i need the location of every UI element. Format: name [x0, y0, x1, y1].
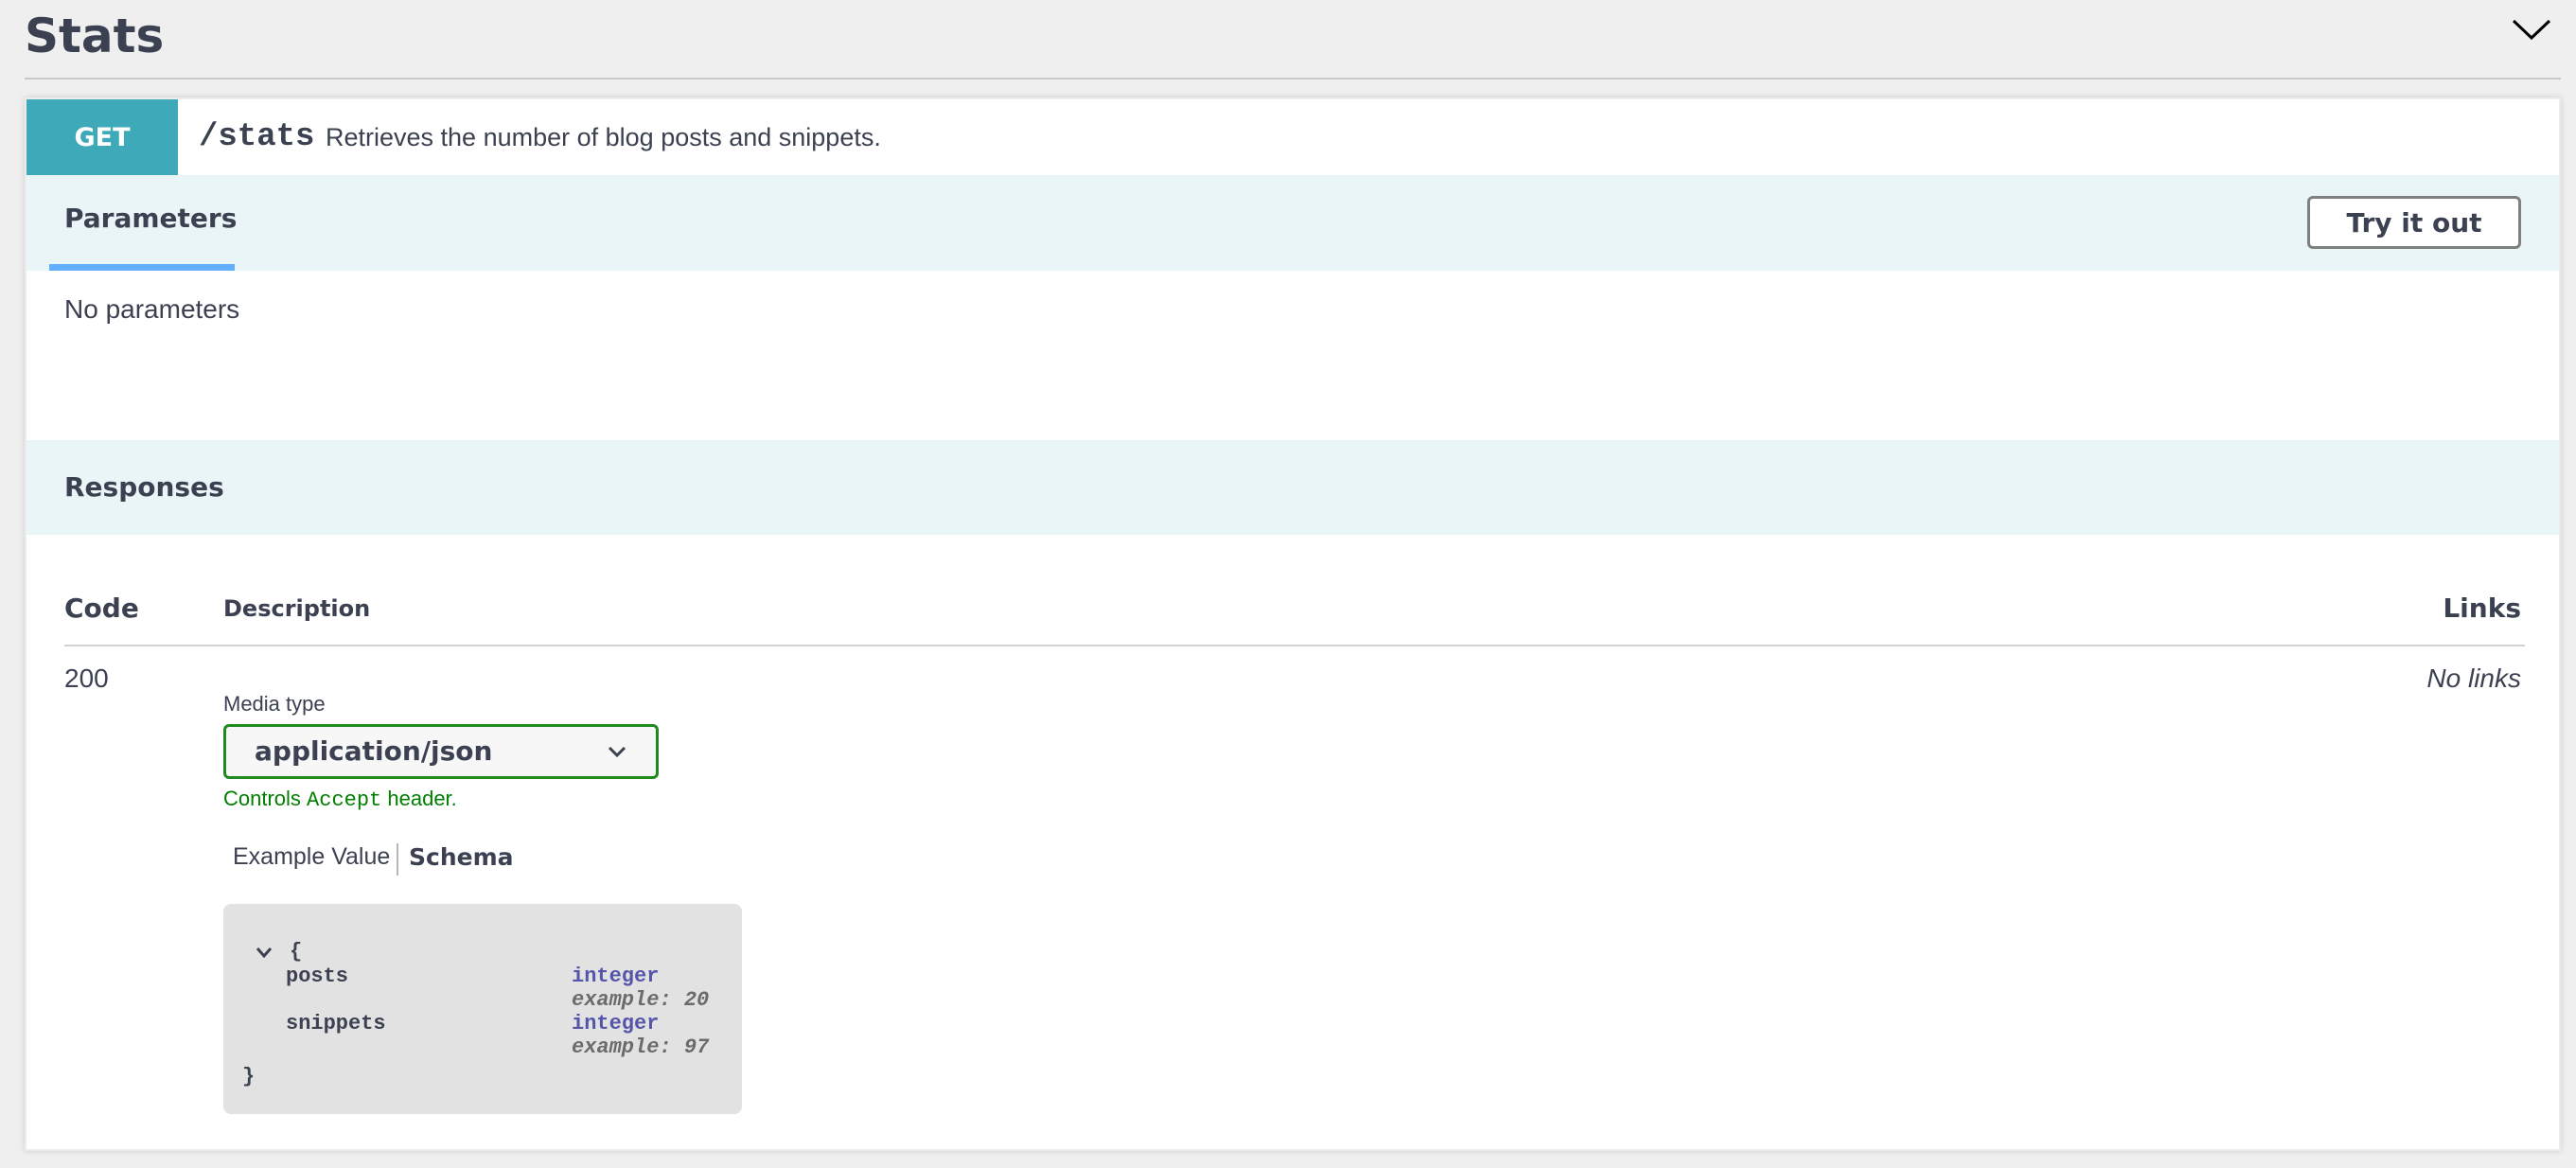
controls-prefix: Controls	[223, 787, 308, 810]
schema-property-type: integer	[572, 964, 660, 988]
active-tab-indicator	[49, 264, 235, 271]
controls-accept-note: Controls Accept header.	[223, 787, 457, 812]
controls-suffix: header.	[381, 787, 457, 810]
media-type-value: application/json	[255, 735, 493, 767]
method-badge: GET	[26, 99, 178, 175]
table-divider	[64, 645, 2525, 646]
schema-property-name: snippets	[286, 1012, 386, 1035]
tab-divider	[397, 843, 398, 876]
media-type-select[interactable]: application/json	[223, 724, 659, 779]
schema-property-example: example: 20	[572, 988, 710, 1012]
accept-header-code: Accept	[307, 788, 382, 812]
operation-summary[interactable]: GET /stats Retrieves the number of blog …	[26, 99, 2559, 177]
tab-example-value[interactable]: Example Value	[233, 843, 390, 871]
schema-model: { posts integer example: 20 snippets int…	[223, 904, 742, 1114]
schema-property-name: posts	[286, 964, 349, 988]
schema-property-example: example: 97	[572, 1035, 710, 1059]
chevron-down-icon[interactable]	[256, 946, 273, 959]
responses-title: Responses	[64, 471, 224, 503]
column-header-code: Code	[64, 593, 139, 624]
endpoint-description: Retrieves the number of blog posts and s…	[326, 123, 881, 151]
tab-parameters[interactable]: Parameters	[64, 200, 237, 238]
chevron-down-icon	[608, 746, 626, 758]
parameters-header: Parameters Try it out	[26, 175, 2559, 271]
response-code: 200	[64, 664, 109, 693]
schema-property-type: integer	[572, 1012, 660, 1035]
operation-block: GET /stats Retrieves the number of blog …	[25, 97, 2561, 1151]
swagger-page: Stats GET /stats Retrieves the number of…	[0, 0, 2576, 1168]
media-type-label: Media type	[223, 692, 326, 716]
section-header[interactable]: Stats	[25, 0, 2561, 80]
endpoint-path: /stats	[199, 119, 315, 155]
section-title: Stats	[25, 9, 165, 63]
column-header-description: Description	[223, 595, 371, 622]
no-parameters-text: No parameters	[64, 294, 240, 324]
chevron-down-icon[interactable]	[2510, 13, 2553, 47]
schema-open-brace: {	[290, 940, 303, 964]
responses-header: Responses	[26, 440, 2559, 535]
tab-schema[interactable]: Schema	[409, 843, 514, 871]
schema-close-brace: }	[242, 1065, 256, 1088]
response-links: No links	[2426, 664, 2521, 693]
try-it-out-button[interactable]: Try it out	[2307, 196, 2521, 249]
column-header-links: Links	[2443, 593, 2521, 624]
